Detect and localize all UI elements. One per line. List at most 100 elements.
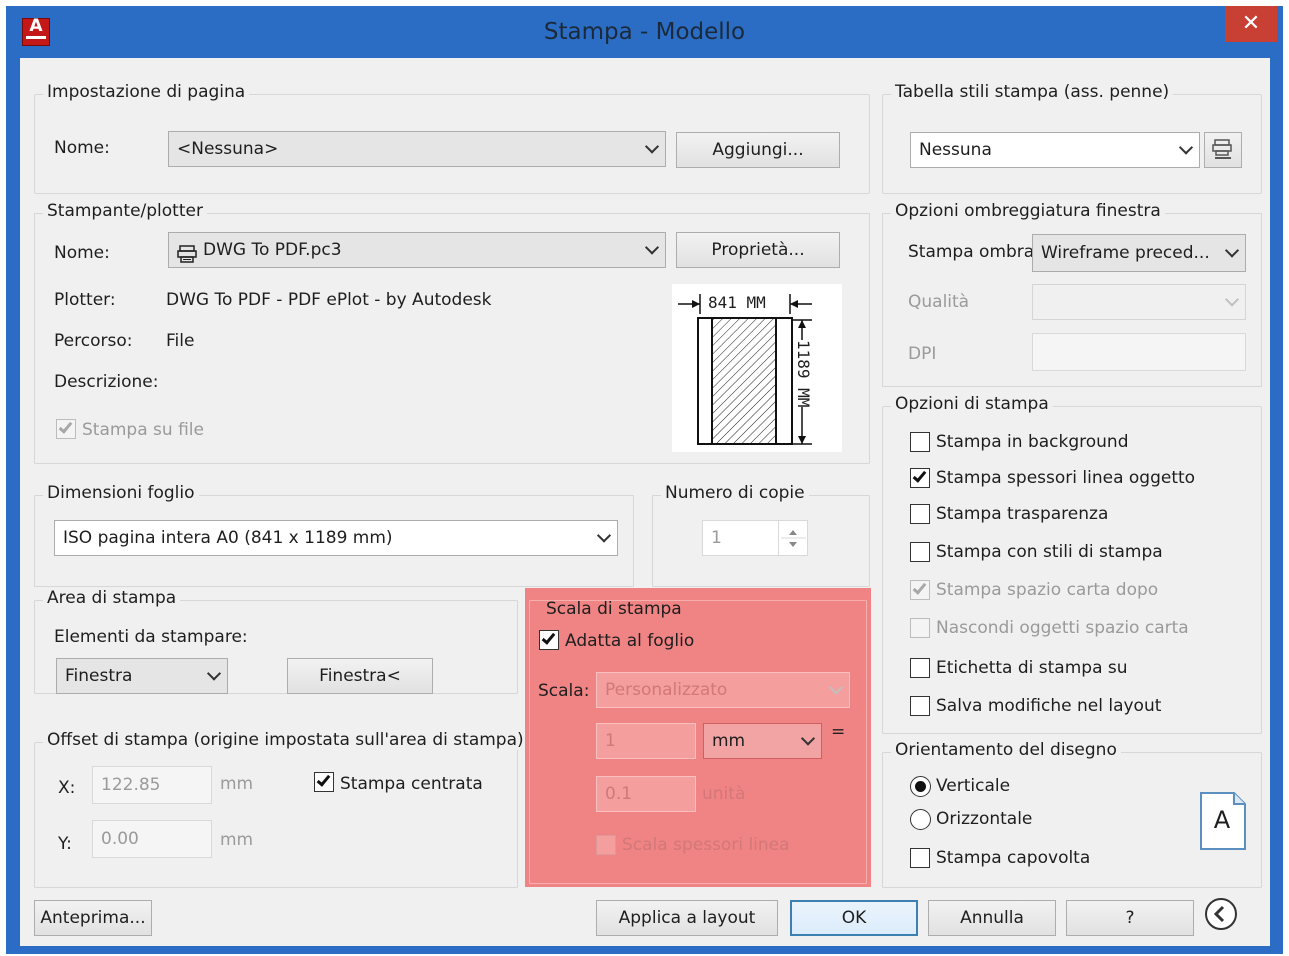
page-setup-title: Impostazione di pagina [43,82,250,102]
printer-properties-button[interactable]: Proprietà... [676,232,840,268]
option-hide-paperspace-checkbox[interactable] [910,618,930,638]
close-button[interactable]: ✕ [1225,6,1277,42]
offset-x-value: 122.85 [101,775,161,795]
offset-y-unit: mm [220,830,254,850]
chevron-down-icon [800,731,816,746]
preview-button[interactable]: Anteprima... [34,900,152,936]
scale-select[interactable]: Personalizzato [596,672,850,708]
dpi-input[interactable] [1032,333,1246,371]
page-setup-name-select[interactable]: <Nessuna> [168,131,666,167]
offset-x-label: X: [58,778,76,798]
plot-options-title: Opzioni di stampa [891,394,1053,414]
printer-name-value: DWG To PDF.pc3 [203,240,342,260]
copies-value: 1 [711,528,722,548]
option-plot-stamp-label: Etichetta di stampa su [936,658,1128,678]
printer-name-label: Nome: [54,243,110,263]
print-to-file-checkbox[interactable] [56,419,76,439]
scale-label: Scala: [538,681,590,701]
orientation-preview-icon: A [1200,792,1246,850]
chevron-down-icon [1224,292,1240,307]
ok-button[interactable]: OK [790,900,918,936]
offset-y-input[interactable]: 0.00 [92,820,212,858]
portrait-label: Verticale [936,776,1011,796]
page-setup-name-value: <Nessuna> [177,139,279,159]
portrait-radio[interactable] [910,776,931,797]
landscape-label: Orizzontale [936,809,1033,829]
apply-to-layout-button[interactable]: Applica a layout [596,900,778,936]
chevron-down-icon [206,666,222,681]
cancel-button[interactable]: Annulla [928,900,1056,936]
dialog-body: Impostazione di pagina Nome: <Nessuna> A… [20,58,1270,946]
offset-group: Offset di stampa (origine impostata sull… [34,730,528,888]
shaded-viewport-title: Opzioni ombreggiatura finestra [891,201,1165,221]
option-plot-stamp-checkbox[interactable] [910,658,930,678]
option-lineweights-label: Stampa spessori linea oggetto [936,468,1196,488]
plotter-value: DWG To PDF - PDF ePlot - by Autodesk [166,290,492,310]
what-to-print-select[interactable]: Finestra [56,658,228,694]
printer-name-select[interactable]: DWG To PDF.pc3 [168,232,666,268]
center-plot-checkbox[interactable] [314,772,334,792]
option-paperspace-last-label: Stampa spazio carta dopo [936,580,1159,600]
plot-style-table-title: Tabella stili stampa (ass. penne) [891,82,1174,102]
offset-y-value: 0.00 [101,829,139,849]
scale-unit-value: mm [712,731,746,751]
title-bar[interactable]: A Stampa - Modello ✕ [6,6,1283,58]
scale-value1-input[interactable]: 1 [596,723,696,759]
dpi-label: DPI [908,344,937,364]
option-background-checkbox[interactable] [910,432,930,452]
landscape-radio[interactable] [910,809,931,830]
scale-unit-select[interactable]: mm [703,723,822,759]
chevron-down-icon [1224,243,1240,258]
edit-plot-style-button[interactable] [1204,132,1242,168]
scale-value: Personalizzato [605,680,728,700]
paper-size-value: ISO pagina intera A0 (841 x 1189 mm) [63,528,393,548]
option-transparency-checkbox[interactable] [910,504,930,524]
scale-units-label: unità [702,784,746,804]
preview-width-label: 841 MM [706,293,768,312]
scale-equals: = [831,722,846,742]
copies-spinner[interactable] [778,521,807,555]
help-button[interactable]: ? [1066,900,1194,936]
printer-title: Stampante/plotter [43,201,207,221]
fit-to-paper-checkbox[interactable] [539,630,559,650]
chevron-down-icon [1178,140,1194,155]
what-to-print-label: Elementi da stampare: [54,627,248,647]
scale-lineweights-checkbox[interactable] [596,835,616,855]
option-plot-styles-checkbox[interactable] [910,542,930,562]
option-background-label: Stampa in background [936,432,1129,452]
offset-x-input[interactable]: 122.85 [92,766,212,804]
chevron-left-circle-icon [1205,898,1237,930]
option-save-layout-label: Salva modifiche nel layout [936,696,1162,716]
select-window-button[interactable]: Finestra< [287,658,433,694]
option-paperspace-last-checkbox[interactable] [910,580,930,600]
paper-preview: 841 MM 1189 MM [672,284,842,452]
plot-scale-title: Scala di stampa [546,599,682,619]
add-page-setup-button[interactable]: Aggiungi... [676,132,840,168]
window-title: Stampa - Modello [543,19,746,45]
copies-title: Numero di copie [661,483,809,503]
option-lineweights-checkbox[interactable] [910,468,930,488]
shade-plot-value: Wireframe preced... [1041,243,1210,263]
collapse-options-button[interactable] [1204,897,1238,931]
chevron-down-icon [644,139,660,154]
plotter-icon [177,241,197,263]
scale-value2: 0.1 [605,784,633,804]
paper-size-select[interactable]: ISO pagina intera A0 (841 x 1189 mm) [54,520,618,556]
upside-down-checkbox[interactable] [910,848,930,868]
option-plot-styles-label: Stampa con stili di stampa [936,542,1163,562]
shade-plot-label: Stampa ombra [908,242,1035,262]
center-plot-label: Stampa centrata [340,774,483,794]
plot-options-group: Opzioni di stampa [882,394,1262,734]
offset-x-unit: mm [220,774,254,794]
edit-style-icon [1212,139,1232,159]
orientation-title: Orientamento del disegno [891,740,1121,760]
offset-title: Offset di stampa (origine impostata sull… [43,730,528,750]
plot-style-table-select[interactable]: Nessuna [910,132,1200,168]
scale-value2-input[interactable]: 0.1 [596,776,696,812]
shade-plot-select[interactable]: Wireframe preced... [1032,234,1246,272]
quality-select[interactable] [1032,284,1246,320]
option-save-layout-checkbox[interactable] [910,696,930,716]
preview-height-label: 1189 MM [794,340,813,408]
path-value: File [166,331,195,351]
scale-value1: 1 [605,731,616,751]
